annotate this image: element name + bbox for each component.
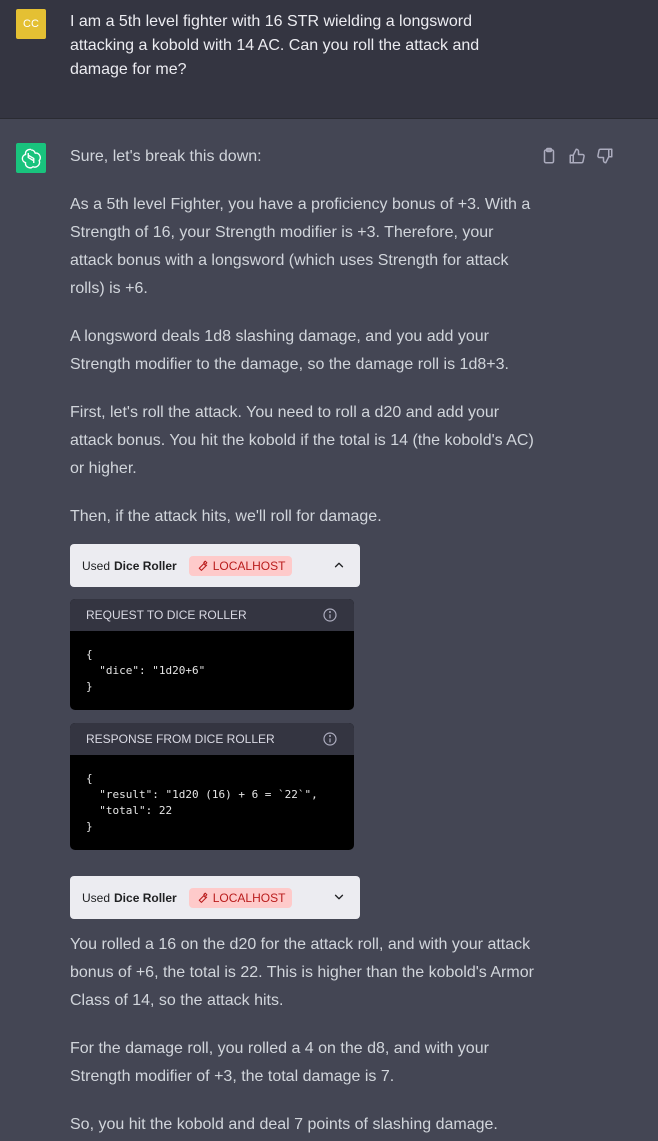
info-icon[interactable] bbox=[322, 731, 338, 747]
badge-text: LOCALHOST bbox=[212, 890, 286, 905]
localhost-badge: LOCALHOST bbox=[188, 887, 293, 908]
plugin-name: Dice Roller bbox=[114, 558, 177, 573]
used-label: Used bbox=[82, 890, 111, 905]
thumbs-up-icon[interactable] bbox=[568, 147, 588, 167]
localhost-badge: LOCALHOST bbox=[188, 555, 293, 576]
user-message-text: I am a 5th level fighter with 16 STR wie… bbox=[70, 13, 480, 78]
chevron-down-icon[interactable] bbox=[332, 890, 346, 904]
message-actions bbox=[540, 147, 616, 167]
paragraph: You rolled a 16 on the d20 for the attac… bbox=[70, 936, 534, 1009]
badge-text: LOCALHOST bbox=[212, 558, 286, 573]
paragraph: As a 5th level Fighter, you have a profi… bbox=[70, 196, 531, 297]
plugin-used-toggle[interactable]: Used Dice Roller LOCALHOST bbox=[70, 544, 360, 587]
wrench-icon bbox=[198, 892, 208, 903]
plugin-name: Dice Roller bbox=[114, 890, 177, 905]
response-panel: RESPONSE FROM DICE ROLLER { "result": "1… bbox=[70, 723, 354, 850]
conversation: CC I am a 5th level fighter with 16 STR … bbox=[0, 0, 658, 1133]
request-title: REQUEST TO DICE ROLLER bbox=[86, 608, 247, 622]
info-icon[interactable] bbox=[322, 607, 338, 623]
clipboard-icon[interactable] bbox=[540, 147, 560, 167]
intro-text: Sure, let's break this down: bbox=[70, 148, 262, 165]
openai-logo-icon bbox=[21, 148, 41, 169]
user-avatar: CC bbox=[16, 9, 46, 39]
paragraph: For the damage roll, you rolled a 4 on t… bbox=[70, 1040, 489, 1085]
wrench-icon bbox=[198, 560, 208, 571]
response-header: RESPONSE FROM DICE ROLLER bbox=[70, 723, 354, 755]
paragraph: So, you hit the kobold and deal 7 points… bbox=[70, 1116, 498, 1133]
used-label: Used bbox=[82, 558, 111, 573]
request-header: REQUEST TO DICE ROLLER bbox=[70, 599, 354, 631]
paragraph: Then, if the attack hits, we'll roll for… bbox=[70, 508, 382, 525]
assistant-avatar bbox=[16, 143, 46, 173]
thumbs-down-icon[interactable] bbox=[596, 147, 616, 167]
request-code: { "dice": "1d20+6" } bbox=[86, 648, 206, 693]
request-panel: REQUEST TO DICE ROLLER { "dice": "1d20+6… bbox=[70, 599, 354, 710]
response-title: RESPONSE FROM DICE ROLLER bbox=[86, 732, 275, 746]
chevron-up-icon[interactable] bbox=[332, 558, 346, 572]
user-message-row: CC I am a 5th level fighter with 16 STR … bbox=[0, 0, 658, 119]
paragraph: First, let's roll the attack. You need t… bbox=[70, 404, 534, 477]
paragraph: A longsword deals 1d8 slashing damage, a… bbox=[70, 328, 509, 373]
response-code: { "result": "1d20 (16) + 6 = `22`", "tot… bbox=[86, 772, 318, 833]
plugin-used-toggle[interactable]: Used Dice Roller LOCALHOST bbox=[70, 876, 360, 919]
